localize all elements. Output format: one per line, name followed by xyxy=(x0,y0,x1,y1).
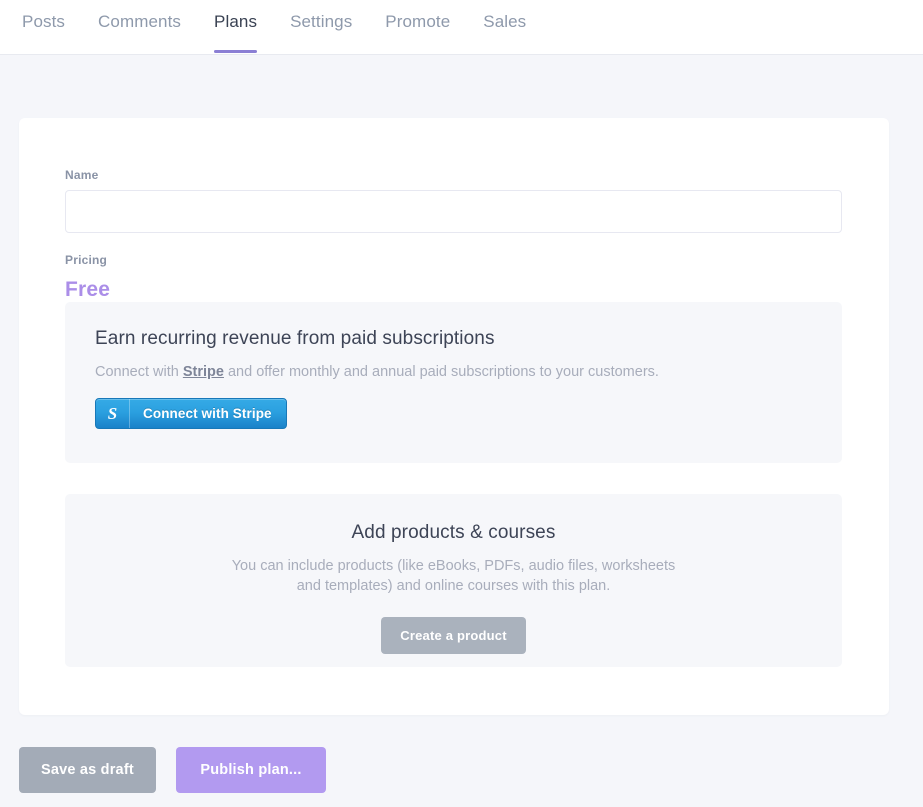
tab-settings[interactable]: Settings xyxy=(290,0,352,34)
active-tab-underline xyxy=(214,50,258,53)
save-as-draft-button[interactable]: Save as draft xyxy=(19,747,156,793)
publish-plan-button[interactable]: Publish plan... xyxy=(176,747,326,793)
footer-actions: Save as draft Publish plan... xyxy=(19,747,326,793)
tab-plans[interactable]: Plans xyxy=(214,0,258,53)
tab-sales[interactable]: Sales xyxy=(483,0,526,34)
tab-bar: Posts Comments Plans Settings Promote Sa… xyxy=(0,0,923,55)
pricing-field-label: Pricing xyxy=(65,253,108,267)
stripe-panel-description: Connect with Stripe and offer monthly an… xyxy=(95,362,812,382)
pricing-value: Free xyxy=(65,278,111,301)
stripe-s-icon: S xyxy=(96,399,130,428)
products-panel-title: Add products & courses xyxy=(351,522,556,543)
name-input[interactable] xyxy=(65,190,842,233)
stripe-desc-suffix: and offer monthly and annual paid subscr… xyxy=(223,364,659,380)
tab-label: Plans xyxy=(214,12,258,31)
products-courses-panel: Add products & courses You can include p… xyxy=(65,494,842,667)
create-a-product-button[interactable]: Create a product xyxy=(381,617,526,654)
connect-with-stripe-button[interactable]: S Connect with Stripe xyxy=(95,398,287,429)
stripe-desc-prefix: Connect with xyxy=(95,364,183,380)
tab-promote[interactable]: Promote xyxy=(385,0,450,34)
tab-label: Promote xyxy=(385,12,451,31)
name-field-label: Name xyxy=(65,168,99,182)
tab-label: Sales xyxy=(483,12,527,31)
tab-posts[interactable]: Posts xyxy=(22,0,65,34)
products-panel-description: You can include products (like eBooks, P… xyxy=(231,558,676,594)
tab-comments[interactable]: Comments xyxy=(98,0,181,34)
tab-label: Posts xyxy=(22,12,66,31)
stripe-panel-title: Earn recurring revenue from paid subscri… xyxy=(95,328,495,349)
connect-with-stripe-label: Connect with Stripe xyxy=(143,406,272,421)
stripe-link[interactable]: Stripe xyxy=(183,364,224,380)
tab-label: Comments xyxy=(98,12,182,31)
plan-editor-card: Name Pricing Free Earn recurring revenue… xyxy=(19,118,889,715)
tab-label: Settings xyxy=(290,12,353,31)
stripe-panel: Earn recurring revenue from paid subscri… xyxy=(65,302,842,463)
